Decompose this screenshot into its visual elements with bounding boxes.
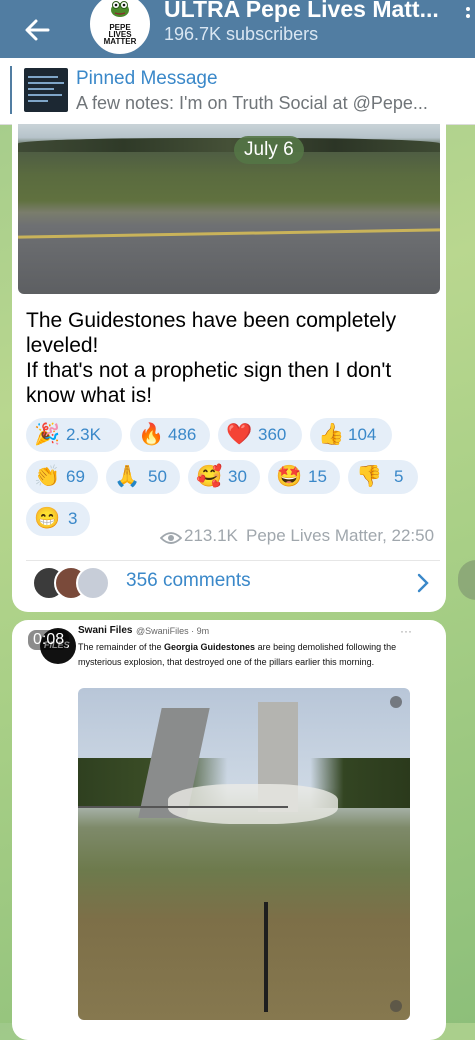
pinned-indicator bbox=[10, 66, 12, 114]
commenter-avatars[interactable] bbox=[32, 566, 122, 600]
view-count: 213.1K bbox=[184, 526, 238, 545]
mute-icon[interactable] bbox=[390, 1000, 402, 1012]
reaction-star-struck[interactable]: 🤩 15 bbox=[268, 460, 340, 494]
reaction-party[interactable]: 🎉 2.3K bbox=[26, 418, 122, 452]
reaction-clap[interactable]: 👏 69 bbox=[26, 460, 98, 494]
channel-title[interactable]: ULTRA Pepe Lives Matt... bbox=[164, 0, 464, 23]
more-menu-icon[interactable] bbox=[463, 6, 473, 22]
avatar bbox=[76, 566, 110, 600]
grin-icon: 😁 bbox=[34, 507, 61, 530]
party-icon: 🎉 bbox=[34, 423, 61, 446]
tweet-handle: @SwaniFiles · 9m bbox=[136, 626, 210, 636]
tweet-text: The remainder of the Georgia Guidestones… bbox=[78, 642, 397, 667]
channel-avatar[interactable]: PEPE LIVES MATTER bbox=[88, 0, 152, 56]
video-message-bubble[interactable]: FILES 0:08 Swani Files @SwaniFiles · 9m … bbox=[12, 620, 446, 1040]
tweet-more-icon: ··· bbox=[400, 624, 412, 638]
pinned-preview-text: A few notes: I'm on Truth Social at @Pep… bbox=[76, 93, 428, 113]
fire-icon: 🔥 bbox=[138, 423, 165, 446]
frog-icon bbox=[111, 1, 129, 17]
date-badge: July 6 bbox=[234, 136, 304, 164]
media-icon bbox=[390, 696, 402, 708]
channel-header: PEPE LIVES MATTER ULTRA Pepe Lives Matt.… bbox=[0, 0, 475, 58]
reaction-heart[interactable]: ❤️ 360 bbox=[218, 418, 302, 452]
pinned-thumbnail bbox=[24, 68, 68, 112]
divider bbox=[26, 560, 440, 561]
message-photo[interactable]: July 6 bbox=[18, 124, 440, 294]
comments-button[interactable]: 356 comments bbox=[126, 570, 251, 592]
thumbs-up-icon: 👍 bbox=[318, 423, 345, 446]
chevron-right-icon[interactable] bbox=[416, 572, 430, 594]
clap-icon: 👏 bbox=[34, 465, 61, 488]
message-author-time: Pepe Lives Matter, 22:50 bbox=[246, 526, 435, 545]
reaction-pray[interactable]: 🙏 50 bbox=[106, 460, 180, 494]
subscriber-count: 196.7K subscribers bbox=[164, 24, 319, 44]
reaction-fire[interactable]: 🔥 486 bbox=[130, 418, 210, 452]
reaction-grin[interactable]: 😁 3 bbox=[26, 502, 90, 536]
reaction-thumbs-down[interactable]: 👎 5 bbox=[348, 460, 418, 494]
heart-icon: ❤️ bbox=[226, 423, 253, 446]
back-arrow-icon[interactable] bbox=[18, 10, 58, 50]
pinned-message-bar[interactable]: Pinned Message A few notes: I'm on Truth… bbox=[0, 58, 475, 125]
share-button[interactable] bbox=[458, 560, 475, 600]
video-frame[interactable] bbox=[78, 688, 410, 1020]
smiling-hearts-icon: 🥰 bbox=[196, 465, 223, 488]
eye-icon bbox=[160, 532, 182, 544]
message-bubble: July 6 The Guidestones have been complet… bbox=[12, 124, 446, 612]
thumbs-down-icon: 👎 bbox=[356, 465, 383, 488]
star-struck-icon: 🤩 bbox=[276, 465, 303, 488]
avatar-logo-text: PEPE LIVES MATTER bbox=[103, 23, 137, 46]
pinned-title: Pinned Message bbox=[76, 68, 218, 89]
reaction-thumbs-up[interactable]: 👍 104 bbox=[310, 418, 392, 452]
message-text: The Guidestones have been completely lev… bbox=[26, 309, 397, 407]
reaction-love-face[interactable]: 🥰 30 bbox=[188, 460, 260, 494]
tweet-author-name: Swani Files bbox=[78, 625, 133, 636]
pray-icon: 🙏 bbox=[114, 465, 141, 488]
video-duration: 0:08 bbox=[28, 630, 70, 650]
